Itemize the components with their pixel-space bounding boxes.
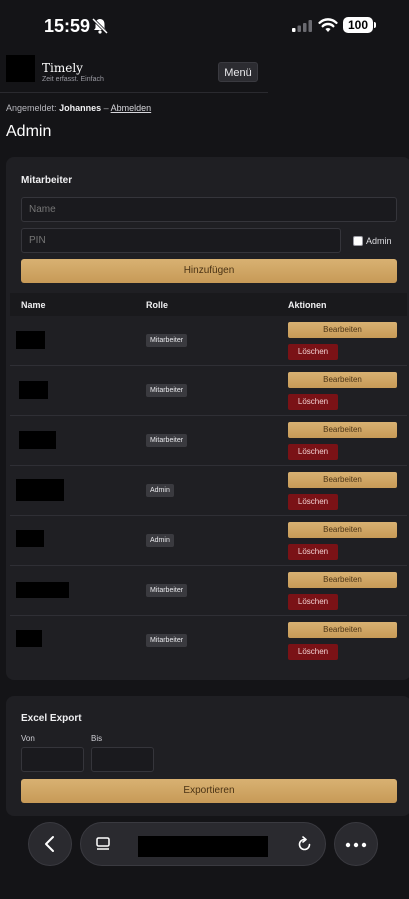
name-input[interactable] — [21, 197, 397, 222]
battery-cap — [374, 22, 376, 28]
admin-checkbox[interactable] — [353, 236, 363, 246]
role-badge: Mitarbeiter — [146, 434, 188, 447]
edit-button[interactable]: Bearbeiten — [288, 572, 397, 588]
export-title: Excel Export — [21, 713, 82, 724]
session-info: Angemeldet: Johannes – Abmelden — [6, 103, 151, 113]
employee-name-redacted — [16, 479, 64, 501]
delete-button[interactable]: Löschen — [288, 444, 338, 460]
employee-name-redacted — [16, 530, 44, 547]
delete-button[interactable]: Löschen — [288, 644, 338, 660]
employee-name-redacted — [19, 431, 56, 449]
menu-button[interactable]: Menü — [218, 62, 258, 82]
more-icon — [345, 842, 367, 848]
add-employee-button[interactable]: Hinzufügen — [21, 259, 397, 283]
table-header — [10, 293, 407, 316]
edit-button[interactable]: Bearbeiten — [288, 472, 397, 488]
role-badge: Mitarbeiter — [146, 334, 188, 347]
bell-muted-icon — [91, 17, 109, 35]
edit-button[interactable]: Bearbeiten — [288, 522, 397, 538]
more-button[interactable] — [334, 822, 378, 866]
tabs-icon[interactable] — [95, 836, 111, 852]
battery-indicator: 100 — [343, 17, 373, 33]
edit-button[interactable]: Bearbeiten — [288, 322, 397, 338]
employees-title: Mitarbeiter — [21, 175, 73, 186]
edit-button[interactable]: Bearbeiten — [288, 422, 397, 438]
export-button[interactable]: Exportieren — [21, 779, 397, 803]
column-header-actions: Aktionen — [288, 300, 327, 310]
status-bar: 15:59 100 — [0, 0, 409, 52]
pin-input[interactable] — [21, 228, 341, 253]
row-divider — [10, 415, 407, 416]
delete-button[interactable]: Löschen — [288, 494, 338, 510]
row-divider — [10, 365, 407, 366]
app-logo — [6, 55, 35, 82]
back-icon — [45, 836, 54, 852]
cellular-signal-icon — [292, 20, 312, 32]
page-title: Admin — [6, 123, 52, 140]
url-redacted — [138, 836, 268, 857]
role-badge: Mitarbeiter — [146, 584, 188, 597]
status-time: 15:59 — [44, 16, 91, 36]
session-separator: – — [103, 103, 109, 113]
row-divider — [10, 515, 407, 516]
column-header-name: Name — [21, 300, 46, 310]
employee-name-redacted — [16, 582, 69, 598]
session-prefix: Angemeldet: — [6, 103, 57, 113]
wifi-icon — [318, 18, 338, 32]
role-badge: Mitarbeiter — [146, 634, 188, 647]
employee-name-redacted — [19, 381, 48, 399]
delete-button[interactable]: Löschen — [288, 344, 338, 360]
back-button[interactable] — [28, 822, 72, 866]
to-date-label: Bis — [91, 734, 103, 743]
edit-button[interactable]: Bearbeiten — [288, 372, 397, 388]
from-date-input[interactable] — [21, 747, 84, 772]
employee-name-redacted — [16, 630, 42, 647]
delete-button[interactable]: Löschen — [288, 544, 338, 560]
reload-icon[interactable] — [296, 836, 313, 853]
admin-checkbox-label: Admin — [366, 236, 392, 246]
session-user: Johannes — [59, 103, 102, 113]
brand-tagline: Zeit erfasst. Einfach — [42, 76, 104, 83]
to-date-input[interactable] — [91, 747, 154, 772]
brand-name: Timely — [42, 61, 83, 75]
row-divider — [10, 615, 407, 616]
column-header-role: Rolle — [146, 300, 169, 310]
employee-name-redacted — [16, 331, 45, 349]
row-divider — [10, 465, 407, 466]
role-badge: Mitarbeiter — [146, 384, 188, 397]
from-date-label: Von — [21, 734, 35, 743]
edit-button[interactable]: Bearbeiten — [288, 622, 397, 638]
header-divider — [0, 92, 268, 93]
role-badge: Admin — [146, 484, 174, 497]
logout-link[interactable]: Abmelden — [111, 103, 152, 113]
row-divider — [10, 565, 407, 566]
role-badge: Admin — [146, 534, 174, 547]
delete-button[interactable]: Löschen — [288, 594, 338, 610]
delete-button[interactable]: Löschen — [288, 394, 338, 410]
